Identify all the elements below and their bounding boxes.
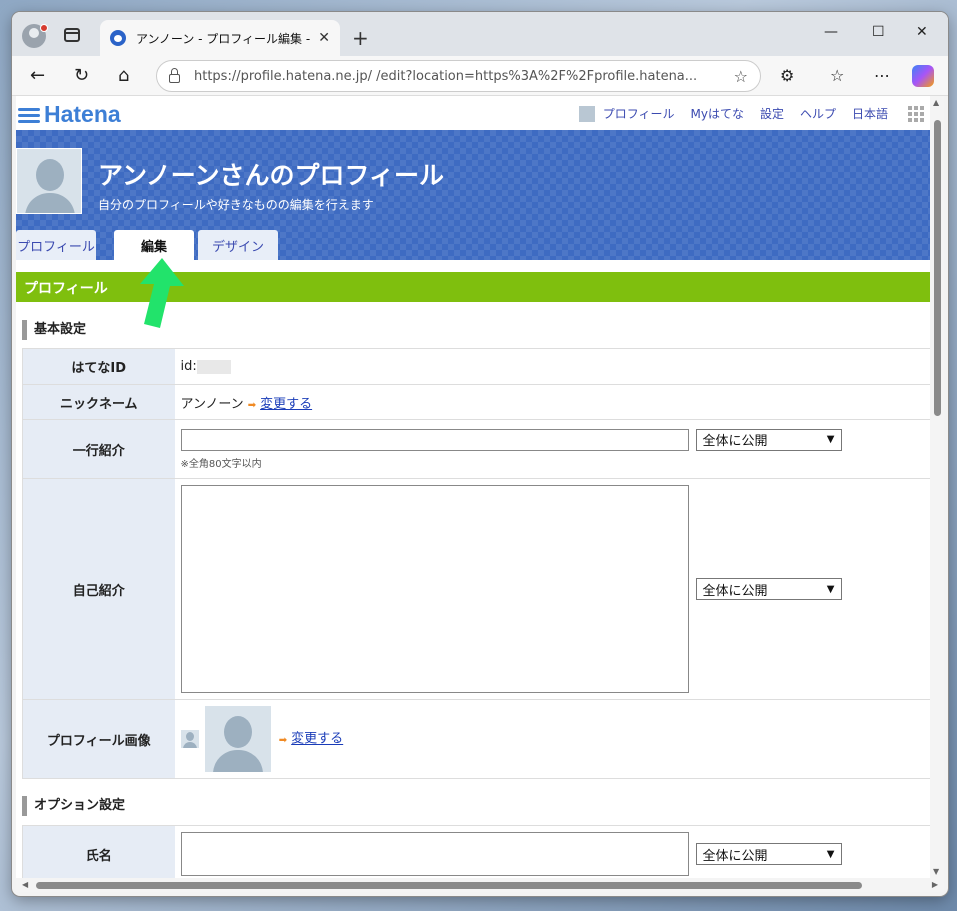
favorites-icon[interactable]: ☆ <box>830 66 844 85</box>
intro-cell: 全体に公開 ▼ <box>174 478 934 700</box>
maximize-icon[interactable]: ☐ <box>872 24 885 40</box>
copilot-icon[interactable] <box>912 65 934 87</box>
close-tab-icon[interactable]: ✕ <box>318 30 330 46</box>
extensions-icon[interactable]: ⚙ <box>780 66 794 85</box>
address-bar[interactable]: https://profile.hatena.ne.jp/ /edit?loca… <box>156 60 761 92</box>
vertical-scroll-thumb[interactable] <box>934 120 941 416</box>
back-icon[interactable]: ← <box>30 65 45 86</box>
title-bar: アンノーン - プロフィール編集 - はてな ✕ + — ☐ ✕ <box>12 12 948 56</box>
intro-visibility-select[interactable]: 全体に公開 ▼ <box>695 578 842 600</box>
tab-actions-icon[interactable] <box>64 28 80 42</box>
horizontal-scroll-thumb[interactable] <box>36 882 862 889</box>
header-nav: プロフィール Myはてな 設定 ヘルプ 日本語 <box>578 105 924 122</box>
horizontal-scrollbar[interactable]: ◀ ▶ <box>16 878 944 892</box>
tagline-input[interactable] <box>180 428 689 451</box>
nav-settings[interactable]: 設定 <box>760 105 784 122</box>
new-tab-button[interactable]: + <box>352 26 369 50</box>
browser-window: アンノーン - プロフィール編集 - はてな ✕ + — ☐ ✕ ← ↻ ⌂ h… <box>12 12 948 896</box>
nav-help[interactable]: ヘルプ <box>800 105 836 122</box>
notification-dot <box>40 24 48 32</box>
page-subtitle: 自分のプロフィールや好きなものの編集を行えます <box>98 198 374 212</box>
nav-my-hatena[interactable]: Myはてな <box>690 105 743 122</box>
apps-grid-icon[interactable] <box>908 105 924 122</box>
scroll-right-icon[interactable]: ▶ <box>932 880 938 889</box>
tab-profile[interactable]: プロフィール <box>16 230 96 260</box>
name-input[interactable] <box>180 832 689 876</box>
tab-design[interactable]: デザイン <box>198 230 278 260</box>
image-change-link[interactable]: 変更する <box>291 732 343 747</box>
hatena-logo[interactable]: Hatena <box>18 101 121 128</box>
green-arrow-icon <box>140 258 184 328</box>
profile-banner: アンノーンさんのプロフィール 自分のプロフィールや好きなものの編集を行えます プ… <box>16 130 930 260</box>
nickname-change-link[interactable]: 変更する <box>260 397 312 412</box>
tagline-cell: 全体に公開 ▼ ※全角80文字以内 <box>174 419 934 479</box>
hatena-header: Hatena プロフィール Myはてな 設定 ヘルプ 日本語 <box>16 96 930 130</box>
page-viewport: Hatena プロフィール Myはてな 設定 ヘルプ 日本語 アンノーンさんのプ… <box>16 96 944 892</box>
nav-language[interactable]: 日本語 <box>852 105 888 122</box>
refresh-icon[interactable]: ↻ <box>74 65 89 86</box>
nav-profile[interactable]: プロフィール <box>603 105 675 122</box>
profile-image-label: プロフィール画像 <box>22 699 175 779</box>
more-menu-icon[interactable]: ⋯ <box>874 66 890 85</box>
lock-icon <box>169 67 180 83</box>
basic-settings-title: 基本設定 <box>22 320 86 340</box>
tagline-visibility-select[interactable]: 全体に公開 ▼ <box>695 428 842 451</box>
scroll-left-icon[interactable]: ◀ <box>22 880 28 889</box>
hatena-logo-text: Hatena <box>44 101 121 127</box>
tagline-label: 一行紹介 <box>22 419 175 479</box>
option-settings-title: オプション設定 <box>22 796 125 816</box>
nickname-value: アンノーン ➡ 変更する <box>174 384 934 420</box>
id-label: はてなID <box>22 348 175 385</box>
page-title: アンノーンさんのプロフィール <box>98 161 445 190</box>
name-visibility-select[interactable]: 全体に公開 ▼ <box>695 843 842 865</box>
tab-title: アンノーン - プロフィール編集 - はてな <box>136 31 311 46</box>
arrow-right-icon: ➡ <box>278 734 288 746</box>
hatena-logo-mark-icon <box>18 107 40 123</box>
intro-label: 自己紹介 <box>22 478 175 700</box>
browser-tab[interactable]: アンノーン - プロフィール編集 - はてな ✕ <box>100 20 340 56</box>
address-toolbar: ← ↻ ⌂ https://profile.hatena.ne.jp/ /edi… <box>12 56 948 96</box>
chevron-down-icon: ▼ <box>826 848 835 860</box>
name-cell: 全体に公開 ▼ <box>174 825 934 883</box>
nickname-text: アンノーン <box>180 396 244 412</box>
vertical-scrollbar[interactable]: ▲ ▼ <box>930 96 944 878</box>
close-window-icon[interactable]: ✕ <box>916 24 928 40</box>
large-avatar <box>204 706 271 772</box>
masked-id <box>196 359 231 374</box>
url-text: https://profile.hatena.ne.jp/ /edit?loca… <box>194 68 698 84</box>
home-icon[interactable]: ⌂ <box>118 65 129 86</box>
name-label: 氏名 <box>22 825 175 883</box>
hatena-favicon-icon <box>110 30 126 46</box>
favorite-star-icon[interactable]: ☆ <box>734 67 748 86</box>
chevron-down-icon: ▼ <box>826 583 835 595</box>
small-avatar <box>180 730 199 748</box>
scroll-down-icon[interactable]: ▼ <box>933 867 939 876</box>
profile-image-cell: ➡ 変更する <box>174 699 934 779</box>
arrow-right-icon: ➡ <box>247 399 257 411</box>
tagline-note: ※全角80文字以内 <box>180 458 262 470</box>
chevron-down-icon: ▼ <box>826 434 835 445</box>
scroll-up-icon[interactable]: ▲ <box>933 98 939 107</box>
minimize-icon[interactable]: — <box>824 24 838 40</box>
nav-avatar-icon <box>578 105 595 122</box>
intro-textarea[interactable] <box>180 485 689 693</box>
option-settings-table: 氏名 全体に公開 ▼ <box>22 825 934 883</box>
basic-settings-table: はてなID id: ニックネーム アンノーン ➡ 変更する 一行紹介 全体に公開 ▼ … <box>22 348 934 779</box>
nickname-label: ニックネーム <box>22 384 175 420</box>
profile-avatar <box>16 148 82 214</box>
id-value: id: <box>174 348 934 385</box>
